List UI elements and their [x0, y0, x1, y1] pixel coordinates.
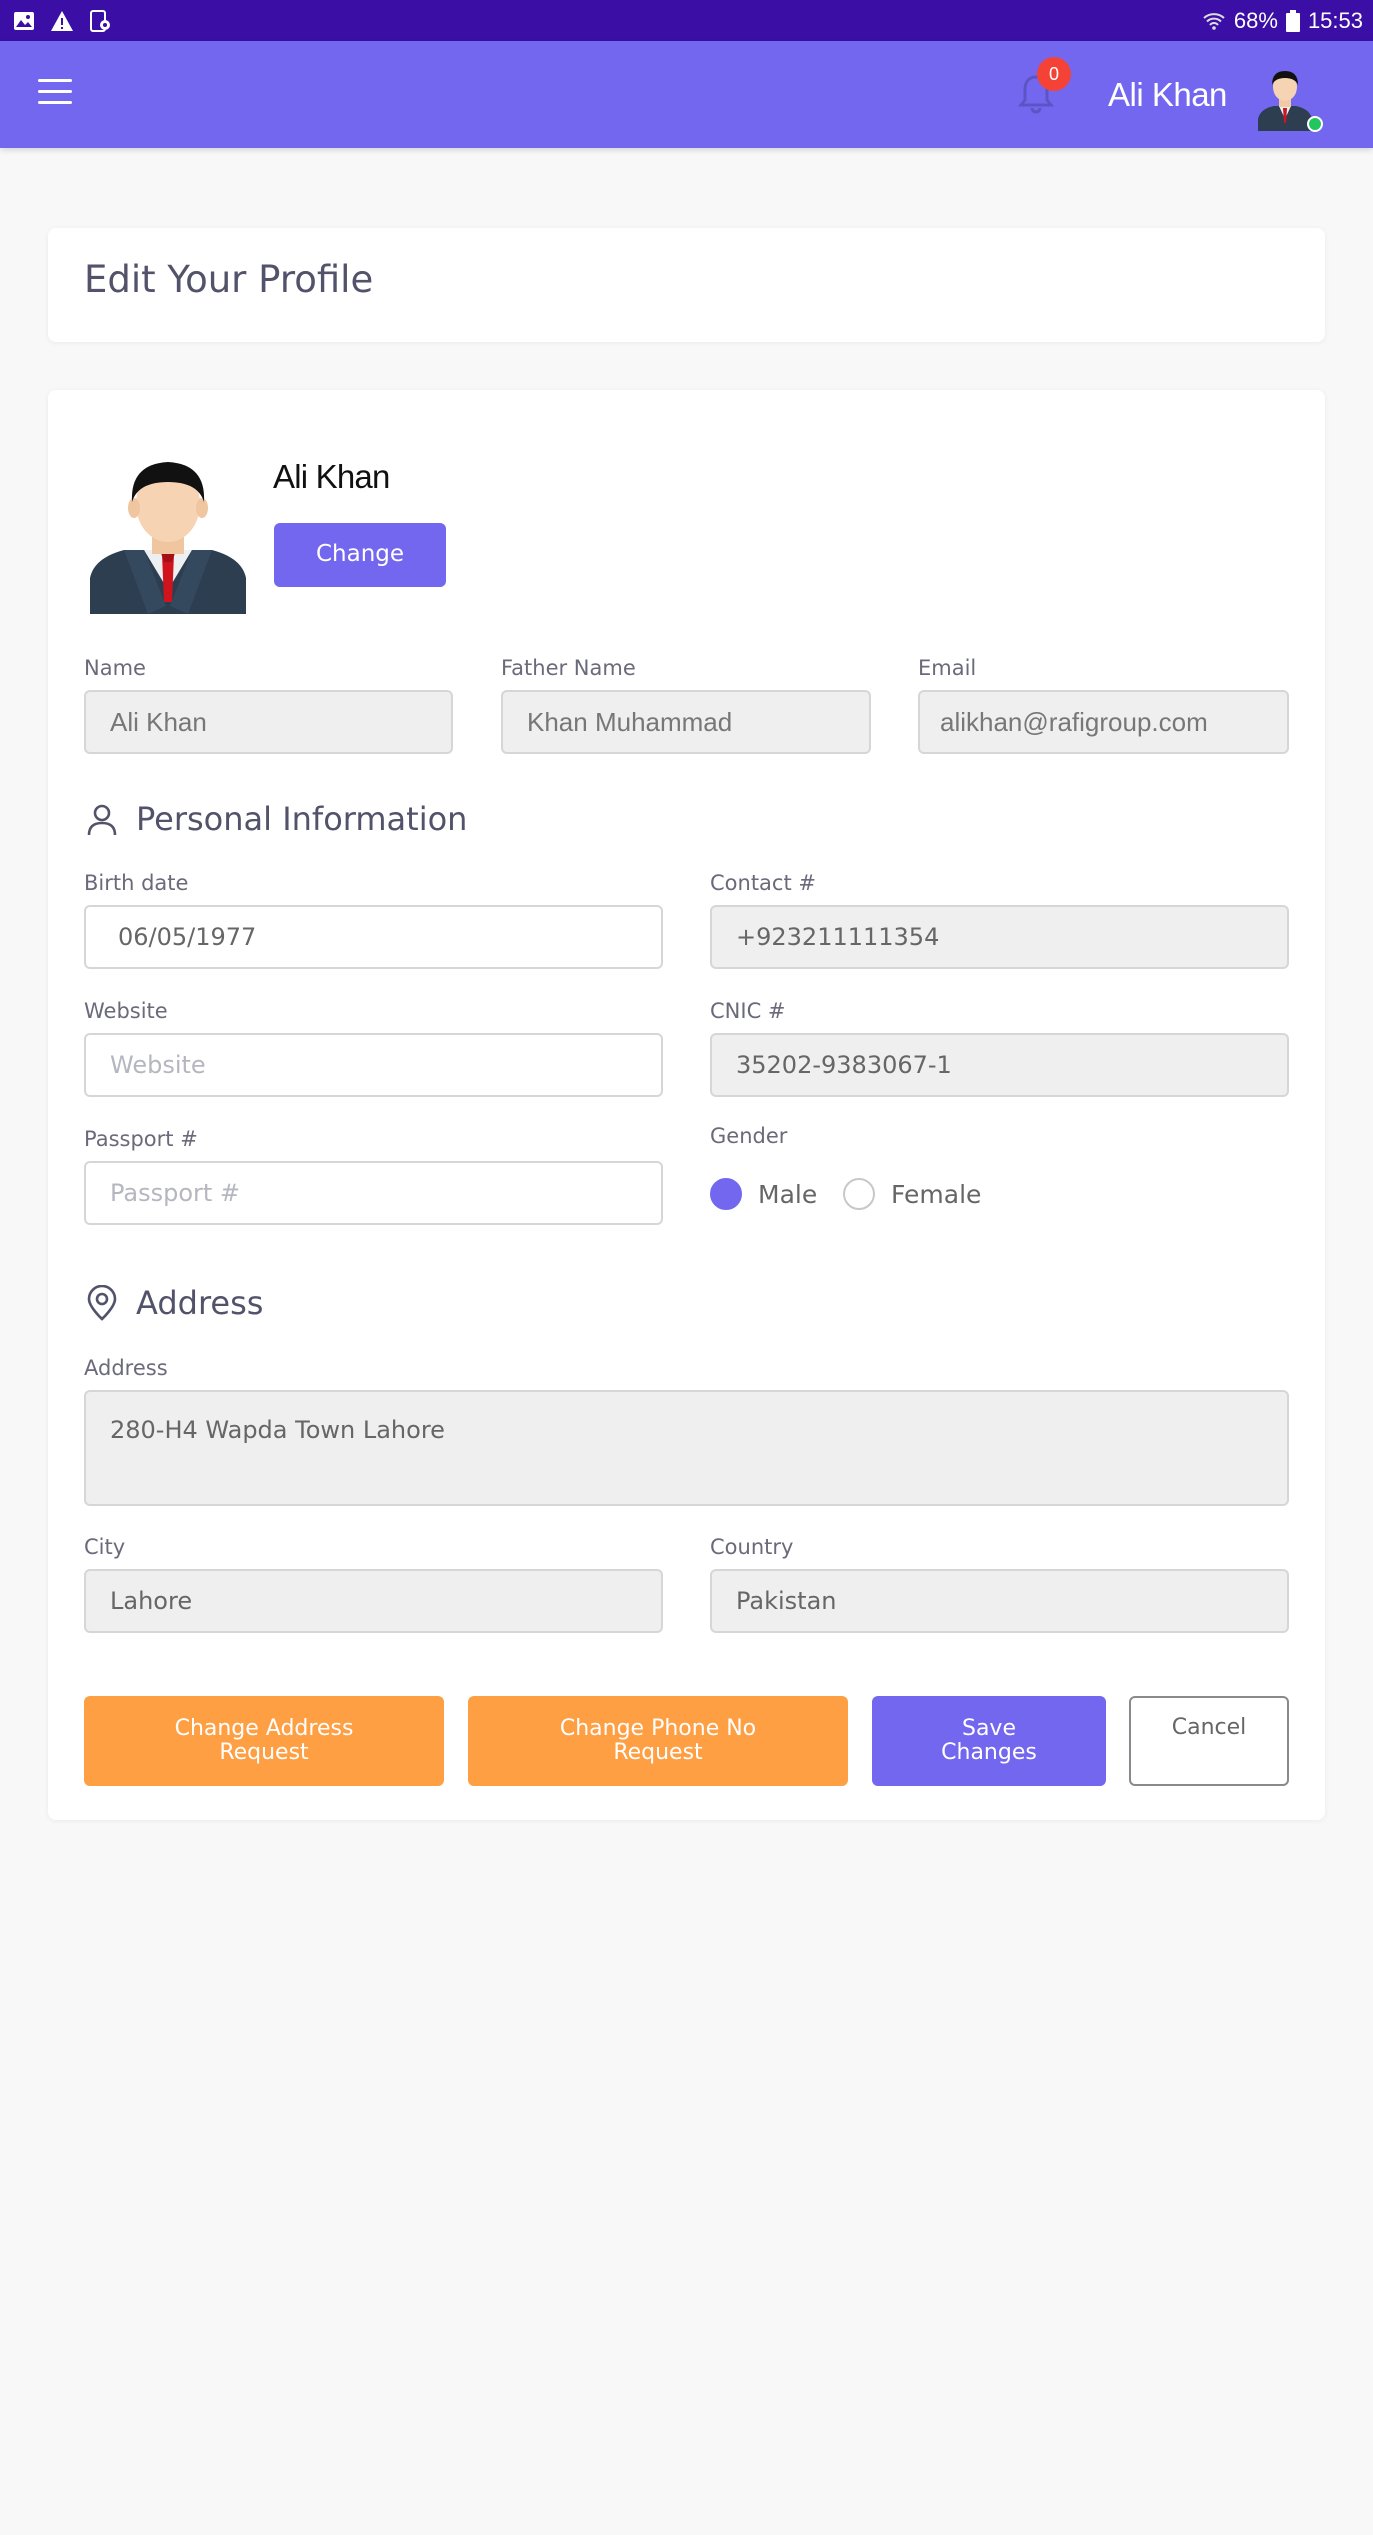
- address-title: Address: [136, 1284, 264, 1322]
- app-bar: 0 Ali Khan: [0, 41, 1373, 148]
- country-label: Country: [710, 1535, 794, 1559]
- wifi-icon: [1203, 12, 1225, 30]
- personal-information-title: Personal Information: [136, 800, 468, 838]
- save-changes-button[interactable]: Save Changes: [872, 1696, 1106, 1786]
- address-heading: Address: [84, 1284, 263, 1322]
- cnic-field[interactable]: 35202-9383067-1: [710, 1033, 1289, 1097]
- website-placeholder: Website: [110, 1051, 206, 1079]
- contact-label: Contact #: [710, 871, 816, 895]
- profile-name: Ali Khan: [273, 458, 390, 495]
- name-field[interactable]: Ali Khan: [84, 690, 453, 754]
- email-field[interactable]: alikhan@rafigroup.com: [918, 690, 1289, 754]
- radio-unchecked-icon[interactable]: [843, 1178, 875, 1210]
- menu-icon[interactable]: [38, 79, 72, 107]
- notification-badge[interactable]: 0: [1037, 57, 1071, 91]
- gender-label: Gender: [710, 1124, 788, 1148]
- address-field[interactable]: 280-H4 Wapda Town Lahore: [84, 1390, 1289, 1506]
- birth-date-label: Birth date: [84, 871, 189, 895]
- website-field[interactable]: Website: [84, 1033, 663, 1097]
- page-title-card: Edit Your Profile: [48, 228, 1325, 342]
- city-field[interactable]: Lahore: [84, 1569, 663, 1633]
- gender-radio-male[interactable]: Male: [710, 1178, 817, 1210]
- contact-field[interactable]: +923211111354: [710, 905, 1289, 969]
- change-avatar-button[interactable]: Change: [274, 523, 446, 587]
- father-name-field[interactable]: Khan Muhammad: [501, 690, 871, 754]
- address-label: Address: [84, 1356, 168, 1380]
- clock: 15:53: [1307, 7, 1363, 33]
- online-status-dot: [1307, 116, 1323, 132]
- status-bar-system: 68% 15:53: [1202, 8, 1363, 34]
- battery-percent: 68%: [1233, 7, 1278, 33]
- gender-radio-female[interactable]: Female: [843, 1178, 981, 1210]
- passport-label: Passport #: [84, 1127, 198, 1151]
- warning-icon: [51, 10, 73, 31]
- personal-information-heading: Personal Information: [84, 800, 467, 838]
- country-field[interactable]: Pakistan: [710, 1569, 1289, 1633]
- device-settings-icon: [90, 9, 110, 32]
- email-label: Email: [918, 656, 977, 680]
- battery-icon: [1285, 9, 1300, 32]
- status-bar: 68% 15:53: [0, 0, 1373, 41]
- passport-field[interactable]: Passport #: [84, 1161, 663, 1225]
- cancel-button[interactable]: Cancel: [1129, 1696, 1289, 1786]
- passport-placeholder: Passport #: [110, 1179, 241, 1207]
- father-name-label: Father Name: [501, 656, 636, 680]
- name-label: Name: [84, 656, 146, 680]
- profile-avatar: [90, 462, 246, 614]
- gender-option-label: Male: [758, 1179, 818, 1209]
- profile-form-card: Ali Khan Change Name Ali Khan Father Nam…: [48, 390, 1325, 1820]
- gallery-icon: [14, 11, 34, 30]
- website-label: Website: [84, 999, 168, 1023]
- change-address-request-button[interactable]: Change Address Request: [84, 1696, 444, 1786]
- city-label: City: [84, 1535, 126, 1559]
- change-phone-request-button[interactable]: Change Phone No Request: [468, 1696, 848, 1786]
- page-title: Edit Your Profile: [84, 258, 374, 301]
- birth-date-field[interactable]: 06/05/1977: [84, 905, 663, 969]
- header-user-name: Ali Khan: [1108, 76, 1227, 113]
- gender-option-label: Female: [891, 1179, 982, 1209]
- user-icon: [87, 804, 117, 836]
- location-pin-icon: [87, 1285, 117, 1321]
- status-bar-notifications: [12, 9, 112, 33]
- cnic-label: CNIC #: [710, 999, 786, 1023]
- radio-checked-icon[interactable]: [710, 1178, 742, 1210]
